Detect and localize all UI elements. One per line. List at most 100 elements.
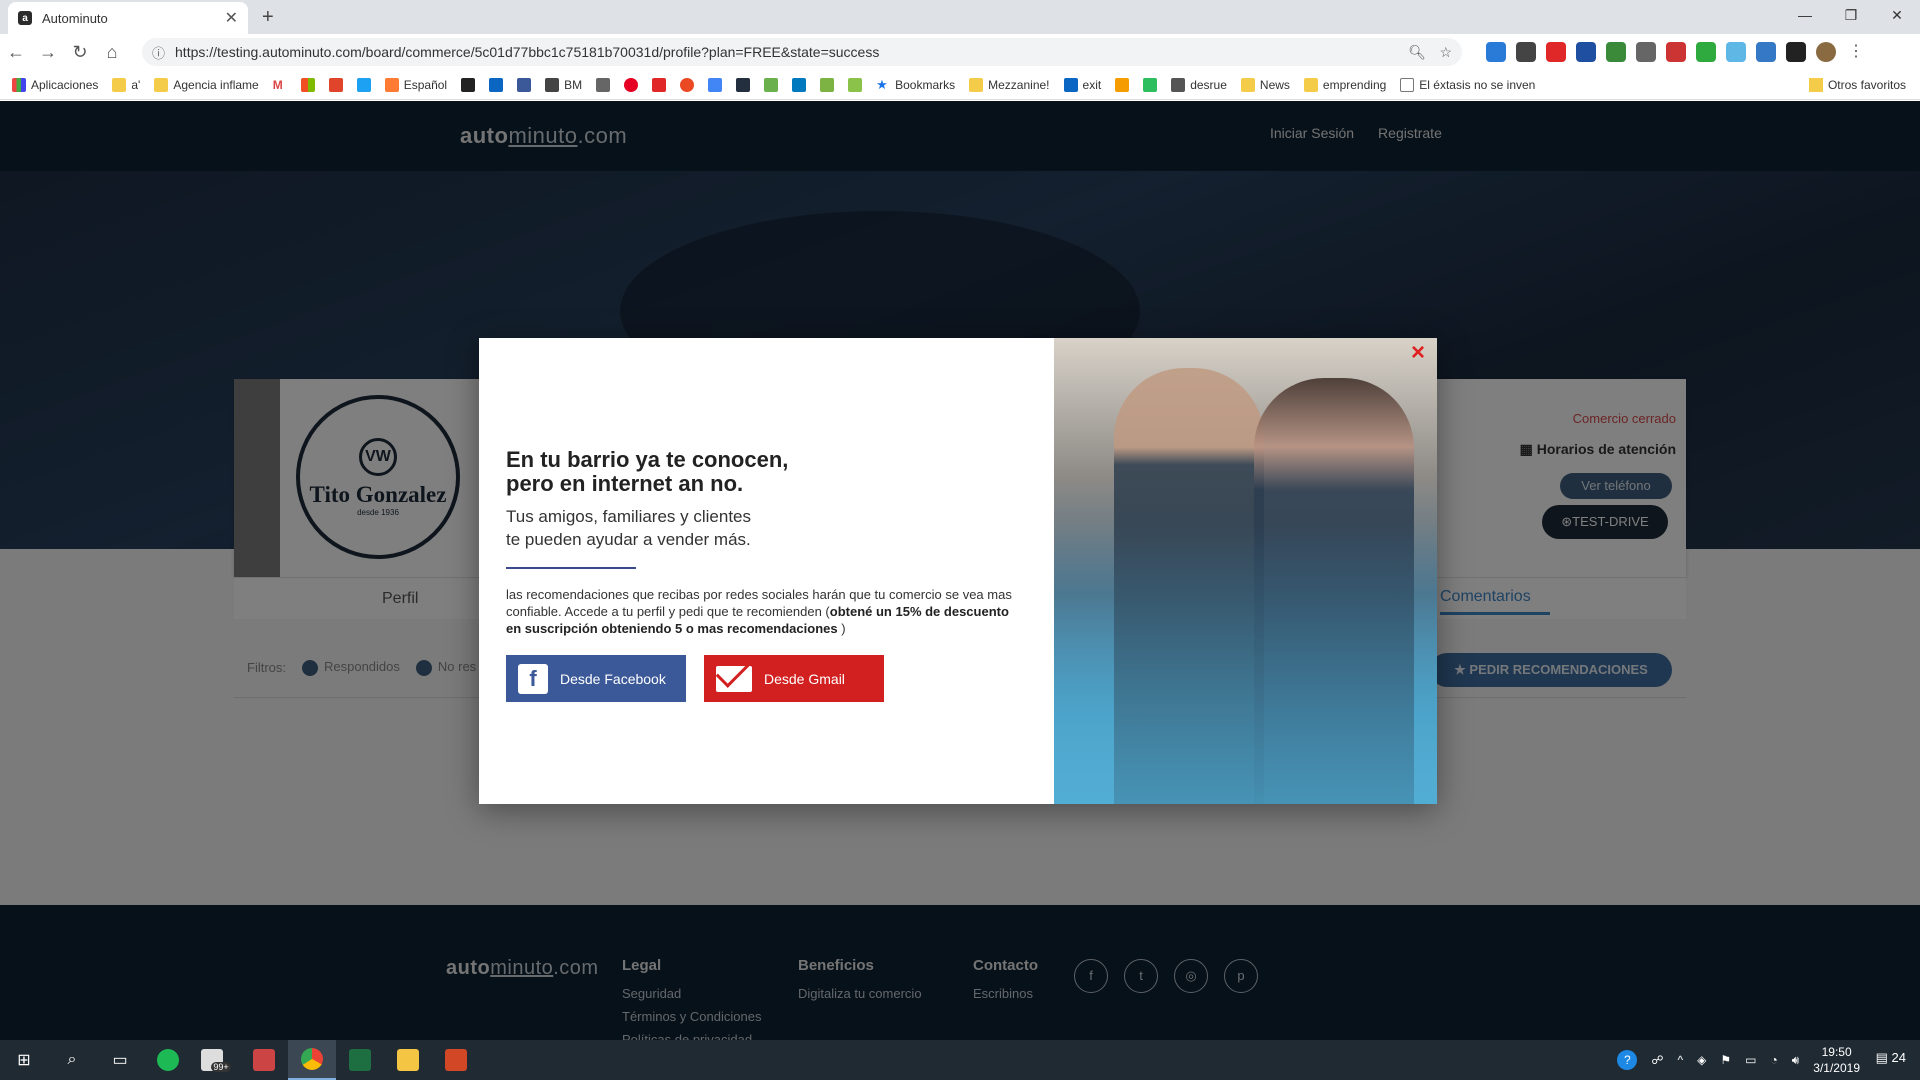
folder-icon: [969, 77, 984, 92]
bookmark-book[interactable]: [764, 77, 779, 92]
bookmark-agencia[interactable]: Agencia inflame: [154, 77, 259, 92]
bookmark-stumble[interactable]: [680, 77, 695, 92]
restore-icon[interactable]: ❐: [1828, 0, 1874, 30]
bookmark-espanol[interactable]: Español: [384, 77, 447, 92]
back-icon[interactable]: ←: [0, 42, 32, 63]
clock-date: 3/1/2019: [1813, 1061, 1860, 1075]
bookmark-aplicaciones[interactable]: Aplicaciones: [12, 77, 99, 92]
address-bar[interactable]: ⓘ https://testing.autominuto.com/board/c…: [142, 38, 1462, 66]
notifications-icon[interactable]: ▤ 24: [1876, 1050, 1906, 1066]
bookmark-red[interactable]: [328, 77, 343, 92]
stumbleupon-icon: [680, 77, 695, 92]
reload-icon[interactable]: ↻: [64, 42, 96, 63]
bookmark-trello[interactable]: [792, 77, 807, 92]
minimize-icon[interactable]: —: [1782, 0, 1828, 30]
download-extension-icon[interactable]: [1486, 42, 1506, 62]
bookmark-star-icon[interactable]: ☆: [1439, 44, 1452, 61]
file-explorer-icon[interactable]: [384, 1040, 432, 1080]
app-icon: [848, 77, 863, 92]
clock-time: 19:50: [1821, 1045, 1852, 1059]
clipboard-extension-icon[interactable]: [1636, 42, 1656, 62]
bookmark-bookmarks[interactable]: ★ Bookmarks: [876, 77, 955, 92]
security-icon[interactable]: ◈: [1697, 1053, 1706, 1067]
wifi-icon[interactable]: ◔: [1770, 1053, 1777, 1067]
share-facebook-button[interactable]: f Desde Facebook: [506, 655, 686, 702]
new-tab-icon[interactable]: +: [262, 6, 274, 29]
bookmark-chart[interactable]: [1115, 77, 1130, 92]
bookmark-pinterest[interactable]: [624, 77, 639, 92]
close-modal-icon[interactable]: ×: [1407, 341, 1429, 365]
amazon-icon: [736, 77, 751, 92]
pdf-extension-icon[interactable]: [1666, 42, 1686, 62]
close-window-icon[interactable]: ✕: [1874, 0, 1920, 30]
task-view-icon[interactable]: ▭: [96, 1040, 144, 1080]
bookmark-dark[interactable]: [461, 77, 476, 92]
bookmark-flipboard[interactable]: [652, 77, 667, 92]
people-icon[interactable]: ☍: [1651, 1053, 1663, 1067]
help-icon[interactable]: ?: [1617, 1050, 1638, 1070]
opera-extension-icon[interactable]: [1546, 42, 1566, 62]
bookmark-label: emprending: [1322, 77, 1387, 92]
bookmark-label: News: [1259, 77, 1290, 92]
powerpoint-icon[interactable]: [432, 1040, 480, 1080]
mail-icon[interactable]: 99+: [192, 1040, 240, 1080]
bookmark-evernote[interactable]: [1143, 77, 1158, 92]
battery-icon[interactable]: ▭: [1745, 1053, 1756, 1067]
browser-toolbar: ← → ↻ ⌂ ⓘ https://testing.autominuto.com…: [0, 34, 1920, 70]
bookmark-twitter[interactable]: [356, 77, 371, 92]
cloud-extension-icon[interactable]: [1726, 42, 1746, 62]
page-icon: [1400, 77, 1415, 92]
zoom-icon[interactable]: 🔍︎: [1408, 44, 1426, 61]
bookmark-label: Aplicaciones: [31, 77, 99, 92]
bookmark-bm[interactable]: BM: [545, 77, 582, 92]
bookmark-extasis[interactable]: El éxtasis no se inven: [1400, 77, 1535, 92]
bookmark-otros-favoritos[interactable]: Otros favoritos: [1798, 70, 1906, 99]
chart-extension-icon[interactable]: [1606, 42, 1626, 62]
notifications-count: 24: [1891, 1050, 1906, 1065]
profile-avatar[interactable]: [1816, 42, 1836, 62]
bookmark-translate[interactable]: [708, 77, 723, 92]
bookmark-amazon[interactable]: [736, 77, 751, 92]
bookmark-b[interactable]: [848, 77, 863, 92]
sound-extension-icon[interactable]: [1786, 42, 1806, 62]
bookmark-facebook[interactable]: [517, 77, 532, 92]
bookmark-green[interactable]: [820, 77, 835, 92]
clock[interactable]: 19:50 3/1/2019: [1813, 1044, 1860, 1076]
bookmark-plant[interactable]: [596, 77, 611, 92]
browser-menu-icon[interactable]: ⋮: [1846, 42, 1866, 62]
bookmark-a[interactable]: a': [112, 77, 140, 92]
bookmark-desrue[interactable]: desrue: [1171, 77, 1227, 92]
bookmark-office[interactable]: [300, 77, 315, 92]
bookmark-exit[interactable]: exit: [1063, 77, 1101, 92]
pinterest-icon: [624, 77, 639, 92]
bookmark-gmail[interactable]: M: [272, 77, 287, 92]
app-icon[interactable]: [240, 1040, 288, 1080]
browser-tab[interactable]: a Autominuto ✕: [8, 2, 248, 34]
chrome-icon[interactable]: [288, 1040, 336, 1080]
chevron-up-icon[interactable]: ^: [1677, 1053, 1683, 1067]
evernote-extension-icon[interactable]: [1696, 42, 1716, 62]
home-icon[interactable]: ⌂: [96, 42, 128, 63]
bookmark-label: Otros favoritos: [1827, 78, 1906, 92]
close-tab-icon[interactable]: ✕: [225, 8, 238, 28]
network-icon[interactable]: ⚑: [1720, 1053, 1731, 1067]
bookmark-label: desrue: [1190, 77, 1227, 92]
pocket-extension-icon[interactable]: [1516, 42, 1536, 62]
window-extension-icon[interactable]: [1756, 42, 1776, 62]
spotify-icon[interactable]: [144, 1040, 192, 1080]
chart-icon: [1115, 77, 1130, 92]
vimeo-extension-icon[interactable]: [1576, 42, 1596, 62]
bookmark-news[interactable]: News: [1240, 77, 1290, 92]
site-info-icon[interactable]: ⓘ: [152, 43, 165, 62]
windows-taskbar: ⊞ ⌕ ▭ 99+ ? ☍ ^ ◈ ⚑ ▭ ◔ 🔊︎ 19:50 3/1/2019…: [0, 1040, 1920, 1080]
bookmark-emprending[interactable]: emprending: [1303, 77, 1387, 92]
bookmark-linkedin[interactable]: [489, 77, 504, 92]
app-icon: [328, 77, 343, 92]
windows-start-icon[interactable]: ⊞: [0, 1040, 48, 1080]
forward-icon[interactable]: →: [32, 42, 64, 63]
excel-icon[interactable]: [336, 1040, 384, 1080]
share-gmail-button[interactable]: Desde Gmail: [704, 655, 884, 702]
search-icon[interactable]: ⌕: [48, 1040, 96, 1080]
bookmark-mezzanine[interactable]: Mezzanine!: [969, 77, 1050, 92]
volume-icon[interactable]: 🔊︎: [1792, 1053, 1800, 1068]
